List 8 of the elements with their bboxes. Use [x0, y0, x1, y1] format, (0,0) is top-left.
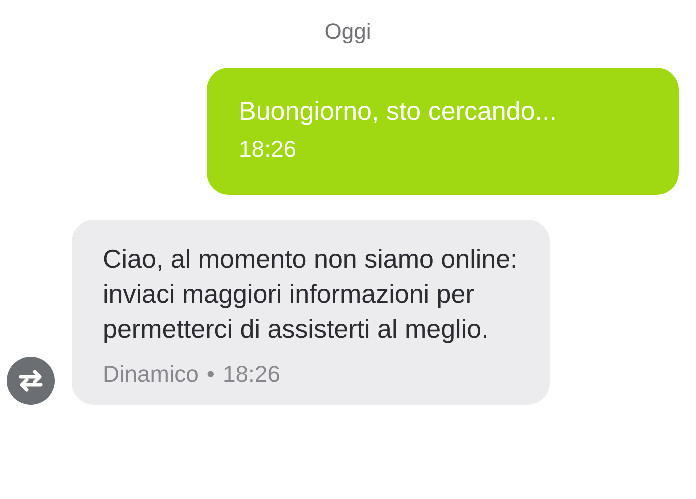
message-time: 18:26 — [239, 135, 298, 164]
sender-name: Dinamico — [103, 360, 199, 389]
date-separator: Oggi — [324, 18, 372, 46]
message-text: Buongiorno, sto cercando... — [239, 95, 558, 128]
message-text: Ciao, al momento non siamo online: inviaci maggiori informazioni per permetterci di assisterti al meglio. — [103, 243, 519, 346]
separator-dot: • — [206, 360, 215, 389]
message-time: 18:26 — [222, 360, 280, 389]
swap-arrows-icon[interactable] — [7, 357, 55, 405]
